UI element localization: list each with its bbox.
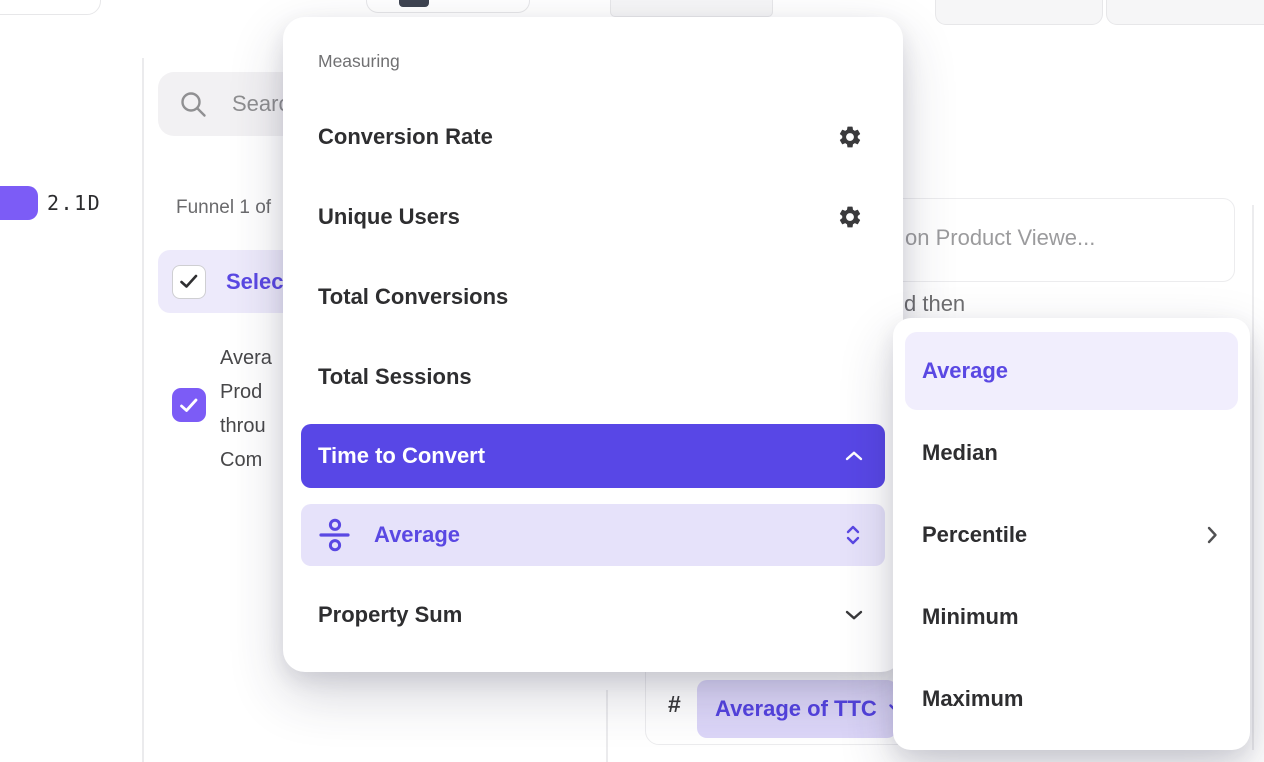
menu-item-label: Time to Convert <box>318 443 485 469</box>
bottom-column-divider <box>606 690 608 762</box>
chevron-down-icon <box>845 610 863 620</box>
menu-item-average[interactable]: Average <box>905 332 1238 410</box>
divide-icon <box>316 516 354 554</box>
top-left-card-fragment <box>0 0 101 15</box>
menu-item-total-conversions[interactable]: Total Conversions <box>301 269 885 325</box>
series-color-badge[interactable] <box>0 186 38 220</box>
select-checkbox[interactable] <box>172 265 206 299</box>
top-right-tab-right[interactable] <box>1106 0 1264 25</box>
menu-item-label: Conversion Rate <box>318 124 493 150</box>
aggregation-menu: Average Median Percentile Minimum Maximu… <box>893 318 1250 750</box>
menu-item-label: Total Sessions <box>318 364 472 390</box>
menu-item-maximum[interactable]: Maximum <box>905 660 1238 738</box>
numeric-type-symbol: # <box>668 691 681 718</box>
chevron-up-icon <box>845 451 863 461</box>
series-badge-label: 2.1D <box>47 191 101 215</box>
right-card-edge <box>1252 205 1254 750</box>
checkmark-icon <box>180 274 198 289</box>
search-icon <box>178 89 208 119</box>
menu-item-median[interactable]: Median <box>905 414 1238 492</box>
toolbar-button-fragment[interactable] <box>399 0 429 7</box>
select-label: Select <box>226 269 291 295</box>
menu-item-label: Minimum <box>922 604 1019 630</box>
menu-item-conversion-rate[interactable]: Conversion Rate <box>301 109 885 165</box>
menu-item-total-sessions[interactable]: Total Sessions <box>301 349 885 405</box>
chevron-up-down-icon <box>845 525 861 545</box>
menu-item-label: Median <box>922 440 998 466</box>
menu-item-time-to-convert[interactable]: Time to Convert <box>301 424 885 488</box>
menu-item-unique-users[interactable]: Unique Users <box>301 189 885 245</box>
event-step-label: on Product Viewe... <box>905 225 1095 251</box>
menu-item-label: Total Conversions <box>318 284 508 310</box>
step-description: Avera Prod throu Com <box>220 341 272 477</box>
top-toolbar-card-fragment <box>366 0 530 13</box>
metric-chip-label: Average of TTC <box>715 696 877 722</box>
metric-chip[interactable]: Average of TTC <box>697 680 897 738</box>
menu-item-label: Average <box>374 522 460 548</box>
gear-icon[interactable] <box>837 204 863 230</box>
measuring-menu: Measuring Conversion Rate Unique Users T… <box>283 17 903 672</box>
and-then-label: d then <box>904 291 965 317</box>
menu-item-ttc-average[interactable]: Average <box>301 504 885 566</box>
toolbar-tab-fragment[interactable] <box>610 0 773 17</box>
menu-item-label: Maximum <box>922 686 1023 712</box>
funnel-label: Funnel 1 of <box>176 197 271 219</box>
menu-item-label: Property Sum <box>318 602 462 628</box>
gear-icon[interactable] <box>837 124 863 150</box>
chevron-right-icon <box>1207 526 1218 544</box>
menu-item-label: Percentile <box>922 522 1027 548</box>
menu-item-label: Unique Users <box>318 204 460 230</box>
menu-item-label: Average <box>922 358 1008 384</box>
checkmark-icon <box>180 398 198 413</box>
app-canvas: 2.1D Search Funnel 1 of Select Avera Pro… <box>0 0 1264 762</box>
menu-item-percentile[interactable]: Percentile <box>905 496 1238 574</box>
left-panel-divider <box>142 58 144 762</box>
top-right-tab-left[interactable] <box>935 0 1103 25</box>
menu-item-property-sum[interactable]: Property Sum <box>301 587 885 643</box>
step-checkbox[interactable] <box>172 388 206 422</box>
menu-item-minimum[interactable]: Minimum <box>905 578 1238 656</box>
measuring-menu-title: Measuring <box>318 51 400 72</box>
